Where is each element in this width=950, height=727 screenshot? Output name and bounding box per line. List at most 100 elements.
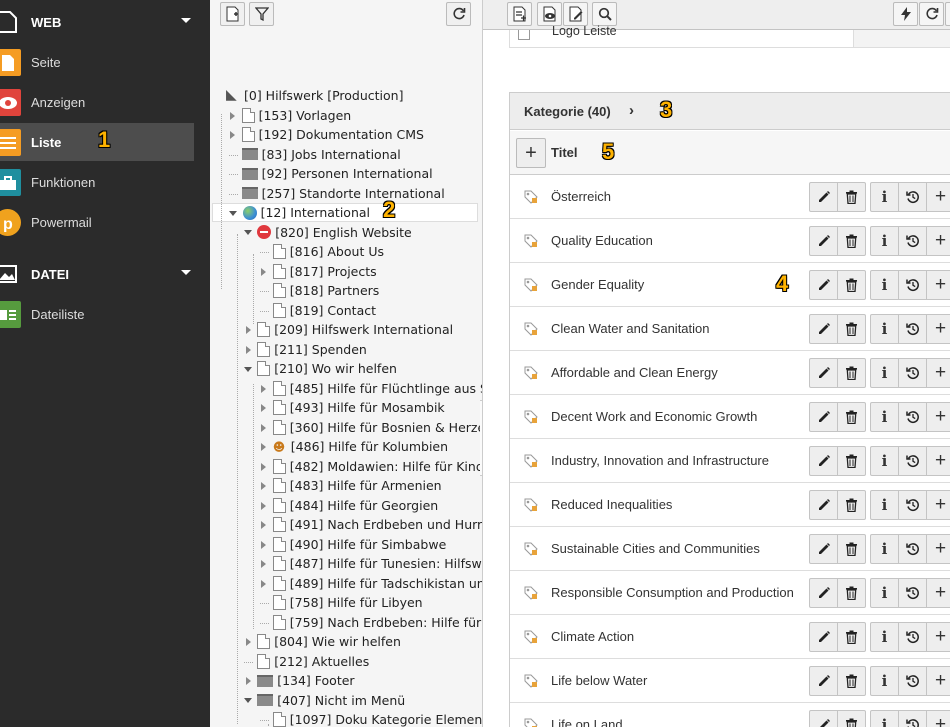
edit-button[interactable] <box>809 710 838 727</box>
delete-button[interactable] <box>837 490 866 520</box>
module-dateiliste[interactable]: Dateiliste <box>0 295 194 333</box>
tree-node[interactable]: [489] Hilfe für Tadschikistan und <box>272 574 482 593</box>
delete-button[interactable] <box>837 622 866 652</box>
tree-node[interactable]: [360] Hilfe für Bosnien & Herzeg <box>272 418 482 437</box>
new-after-button[interactable]: + <box>926 490 950 520</box>
expand-node-toggle[interactable] <box>259 520 269 530</box>
edit-button[interactable] <box>809 402 838 432</box>
tree-node[interactable]: [483] Hilfe für Armenien <box>272 476 442 495</box>
new-after-button[interactable]: + <box>926 446 950 476</box>
history-button[interactable] <box>898 182 927 212</box>
delete-button[interactable] <box>837 666 866 696</box>
history-button[interactable] <box>898 314 927 344</box>
history-button[interactable] <box>898 358 927 388</box>
record-title[interactable]: Gender Equality <box>551 277 644 292</box>
tree-node[interactable]: [818] Partners <box>272 281 379 300</box>
expand-node-toggle[interactable] <box>259 403 269 413</box>
delete-button[interactable] <box>837 226 866 256</box>
edit-button[interactable] <box>809 358 838 388</box>
edit-button[interactable] <box>809 490 838 520</box>
delete-button[interactable] <box>837 182 866 212</box>
group-datei[interactable]: DATEI <box>0 254 210 294</box>
record-title[interactable]: Quality Education <box>551 233 653 248</box>
record-title[interactable]: Climate Action <box>551 629 634 644</box>
tree-node[interactable]: ◣ [0] Hilfswerk [Production] <box>226 86 403 105</box>
tree-node[interactable]: [1097] Doku Kategorie Element <box>272 710 482 727</box>
delete-button[interactable] <box>837 534 866 564</box>
info-button[interactable]: i <box>870 490 899 520</box>
info-button[interactable]: i <box>870 226 899 256</box>
new-after-button[interactable]: + <box>926 358 950 388</box>
history-button[interactable] <box>898 226 927 256</box>
tree-node[interactable]: [153] Vorlagen <box>241 106 351 125</box>
new-after-button[interactable]: + <box>926 402 950 432</box>
expand-node-toggle[interactable] <box>259 540 269 550</box>
expand-node-toggle[interactable] <box>259 501 269 511</box>
tree-node[interactable]: [816] About Us <box>272 242 384 261</box>
history-button[interactable] <box>898 710 927 727</box>
tree-node[interactable]: [819] Contact <box>272 301 376 320</box>
edit-button[interactable] <box>809 446 838 476</box>
edit-page-button[interactable] <box>563 2 588 26</box>
expand-node-toggle[interactable] <box>259 481 269 491</box>
expand-node-toggle[interactable] <box>259 579 269 589</box>
tree-node[interactable]: [484] Hilfe für Georgien <box>272 496 438 515</box>
tree-node[interactable]: [758] Hilfe für Libyen <box>272 593 423 612</box>
tree-node[interactable]: [490] Hilfe für Simbabwe <box>272 535 446 554</box>
new-record-button[interactable] <box>507 2 532 26</box>
tree-node[interactable]: [12] International <box>212 203 478 222</box>
new-after-button[interactable]: + <box>926 578 950 608</box>
expand-node-toggle[interactable] <box>243 676 253 686</box>
tree-node[interactable]: [820] English Website <box>257 223 412 242</box>
edit-button[interactable] <box>809 666 838 696</box>
info-button[interactable]: i <box>870 270 899 300</box>
history-button[interactable] <box>898 622 927 652</box>
reload-button[interactable] <box>919 2 944 26</box>
module-powermail[interactable]: p Powermail <box>0 203 194 241</box>
record-title[interactable]: Responsible Consumption and Production <box>551 585 794 600</box>
expand-node-toggle[interactable] <box>259 442 269 452</box>
info-button[interactable]: i <box>870 666 899 696</box>
tree-node[interactable]: [192] Dokumentation CMS <box>241 125 424 144</box>
edit-button[interactable] <box>809 314 838 344</box>
edit-button[interactable] <box>809 622 838 652</box>
history-button[interactable] <box>898 402 927 432</box>
search-button[interactable] <box>592 2 617 26</box>
view-page-button[interactable] <box>537 2 562 26</box>
info-button[interactable]: i <box>870 446 899 476</box>
record-title[interactable]: Life below Water <box>551 673 647 688</box>
new-after-button[interactable]: + <box>926 314 950 344</box>
tree-node[interactable]: [212] Aktuelles <box>257 652 369 671</box>
refresh-tree-button[interactable] <box>446 2 471 26</box>
expand-node-toggle[interactable] <box>228 111 238 121</box>
expand-node-toggle[interactable] <box>228 130 238 140</box>
edit-button[interactable] <box>809 578 838 608</box>
tree-node[interactable]: [491] Nach Erdbeben und Hurril <box>272 515 482 534</box>
tree-node[interactable]: [211] Spenden <box>257 340 367 359</box>
module-anzeigen[interactable]: Anzeigen <box>0 83 194 121</box>
new-after-button[interactable]: + <box>926 622 950 652</box>
expand-node-toggle[interactable] <box>243 345 253 355</box>
panel-header[interactable]: Kategorie (40) › <box>510 93 950 130</box>
expand-node-toggle[interactable] <box>243 325 253 335</box>
tree-node[interactable]: [134] Footer <box>257 671 355 690</box>
record-title[interactable]: Affordable and Clean Energy <box>551 365 718 380</box>
history-button[interactable] <box>898 578 927 608</box>
delete-button[interactable] <box>837 314 866 344</box>
delete-button[interactable] <box>837 270 866 300</box>
new-after-button[interactable]: + <box>926 666 950 696</box>
filter-button[interactable] <box>249 2 274 26</box>
expand-node-toggle[interactable] <box>243 637 253 647</box>
edit-button[interactable] <box>809 226 838 256</box>
info-button[interactable]: i <box>870 710 899 727</box>
module-funktionen[interactable]: Funktionen <box>0 163 194 201</box>
tree-node[interactable]: [759] Nach Erdbeben: Hilfe für I <box>272 613 482 632</box>
group-web[interactable]: WEB <box>0 2 210 42</box>
info-button[interactable]: i <box>870 622 899 652</box>
info-button[interactable]: i <box>870 314 899 344</box>
record-title[interactable]: Sustainable Cities and Communities <box>551 541 760 556</box>
delete-button[interactable] <box>837 358 866 388</box>
collapse-node-toggle[interactable] <box>243 364 253 374</box>
tree-node[interactable]: [257] Standorte International <box>241 184 445 203</box>
new-after-button[interactable]: + <box>926 226 950 256</box>
